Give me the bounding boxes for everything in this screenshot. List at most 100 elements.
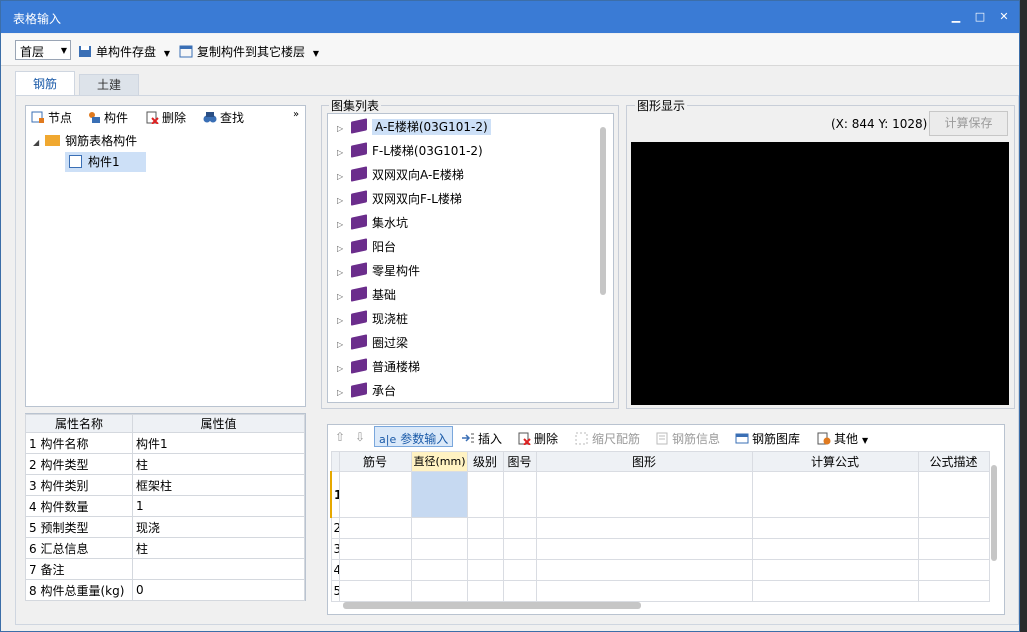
rebar-info-button[interactable]: 钢筋信息: [655, 430, 720, 447]
cell[interactable]: [535, 471, 753, 518]
cell[interactable]: [338, 580, 412, 602]
more-button[interactable]: »: [293, 109, 299, 120]
tab-civil[interactable]: 土建: [79, 74, 139, 95]
cell[interactable]: [502, 559, 537, 581]
col-header-formula-desc: 公式描述: [917, 451, 990, 472]
cell[interactable]: [917, 471, 990, 518]
cell[interactable]: [751, 517, 919, 539]
add-component-button[interactable]: 构件: [87, 109, 128, 126]
cell[interactable]: [410, 517, 468, 539]
cell[interactable]: [535, 538, 753, 560]
tree-root[interactable]: ◢ 钢筋表格构件: [33, 131, 137, 151]
cell-selected[interactable]: [410, 471, 468, 518]
cell[interactable]: [410, 580, 468, 602]
prop-value[interactable]: 构件1: [131, 432, 306, 454]
param-input-button[interactable]: a|e 参数输入: [374, 426, 454, 447]
col-header-grade: 级别: [466, 451, 504, 472]
table-row[interactable]: 3 构件类别 框架柱: [25, 474, 306, 496]
cell[interactable]: [751, 538, 919, 560]
move-down-icon[interactable]: ⇩: [355, 430, 365, 444]
table-row[interactable]: 4: [330, 559, 990, 581]
cell[interactable]: [466, 580, 504, 602]
table-row[interactable]: 1 构件名称 构件1: [25, 432, 306, 454]
cell[interactable]: [466, 471, 504, 518]
atlas-item-2[interactable]: ▷ 双网双向A-E楼梯: [337, 164, 464, 186]
other-button[interactable]: 其他 ▼: [817, 430, 868, 447]
table-row[interactable]: 5: [330, 580, 990, 602]
grid-vertical-scrollbar[interactable]: [991, 465, 997, 561]
cell[interactable]: [751, 580, 919, 602]
prop-value[interactable]: 0: [131, 579, 306, 601]
prop-value[interactable]: 现浇: [131, 516, 306, 538]
cell[interactable]: [338, 538, 412, 560]
atlas-item-9[interactable]: ▷ 圈过梁: [337, 332, 408, 354]
cell[interactable]: [535, 559, 753, 581]
table-row[interactable]: 7 备注: [25, 558, 306, 580]
atlas-item-11[interactable]: ▷ 承台: [337, 380, 396, 402]
cell[interactable]: [466, 538, 504, 560]
calc-save-button[interactable]: 计算保存: [929, 111, 1008, 136]
atlas-item-7[interactable]: ▷ 基础: [337, 284, 396, 306]
copy-to-floors-button[interactable]: 复制构件到其它楼层 ▼: [179, 43, 319, 60]
close-button[interactable]: ✕: [993, 7, 1015, 27]
cell[interactable]: [502, 538, 537, 560]
floor-select[interactable]: 首层 ▼: [15, 40, 71, 60]
insert-button[interactable]: 插入: [461, 430, 502, 447]
table-row[interactable]: 5 预制类型 现浇: [25, 516, 306, 538]
atlas-item-1[interactable]: ▷ F-L楼梯(03G101-2): [337, 140, 483, 162]
find-button[interactable]: 查找: [203, 109, 244, 126]
prop-value[interactable]: 1: [131, 495, 306, 517]
add-node-button[interactable]: 节点: [31, 109, 72, 126]
tree-item-component-1[interactable]: 构件1: [65, 152, 146, 172]
cell[interactable]: [535, 580, 753, 602]
table-row[interactable]: 8 构件总重量(kg) 0: [25, 579, 306, 601]
table-row[interactable]: 4 构件数量 1: [25, 495, 306, 517]
prop-value[interactable]: 柱: [131, 537, 306, 559]
restore-button[interactable]: □: [969, 7, 991, 27]
cell[interactable]: [751, 559, 919, 581]
cell[interactable]: [338, 471, 412, 518]
delete-button[interactable]: 删除: [145, 109, 186, 126]
prop-value[interactable]: 柱: [131, 453, 306, 475]
tree-child-label: 构件1: [88, 155, 120, 169]
scale-rebar-button[interactable]: 缩尺配筋: [575, 430, 640, 447]
cell[interactable]: [410, 538, 468, 560]
save-single-component-button[interactable]: 单构件存盘 ▼: [78, 43, 170, 60]
cell[interactable]: [410, 559, 468, 581]
atlas-item-10[interactable]: ▷ 普通楼梯: [337, 356, 420, 378]
atlas-scrollbar[interactable]: [600, 127, 606, 295]
prop-value[interactable]: 框架柱: [131, 474, 306, 496]
atlas-item-5[interactable]: ▷ 阳台: [337, 236, 396, 258]
cell[interactable]: [502, 471, 537, 518]
cell[interactable]: [917, 517, 990, 539]
atlas-item-4[interactable]: ▷ 集水坑: [337, 212, 408, 234]
table-row[interactable]: 6 汇总信息 柱: [25, 537, 306, 559]
cell[interactable]: [466, 559, 504, 581]
cell[interactable]: [338, 517, 412, 539]
cell[interactable]: [535, 517, 753, 539]
atlas-item-3[interactable]: ▷ 双网双向F-L楼梯: [337, 188, 462, 210]
table-row[interactable]: 2: [330, 517, 990, 539]
cell[interactable]: [917, 538, 990, 560]
cell[interactable]: [466, 517, 504, 539]
table-row[interactable]: 3: [330, 538, 990, 560]
rebar-library-button[interactable]: 钢筋图库: [735, 430, 800, 447]
graphic-canvas[interactable]: [631, 142, 1009, 405]
prop-value[interactable]: [131, 558, 306, 580]
table-row[interactable]: 2 构件类型 柱: [25, 453, 306, 475]
atlas-item-8[interactable]: ▷ 现浇桩: [337, 308, 408, 330]
atlas-item-6[interactable]: ▷ 零星构件: [337, 260, 420, 282]
grid-horizontal-scrollbar[interactable]: [343, 602, 641, 609]
tab-rebar[interactable]: 钢筋: [15, 71, 75, 95]
cell[interactable]: [751, 471, 919, 518]
cell[interactable]: [917, 580, 990, 602]
minimize-button[interactable]: ▁: [945, 7, 967, 27]
cell[interactable]: [917, 559, 990, 581]
move-up-icon[interactable]: ⇧: [335, 430, 345, 444]
cell[interactable]: [502, 517, 537, 539]
grid-delete-button[interactable]: 删除: [517, 430, 558, 447]
table-row[interactable]: 1: [330, 471, 990, 518]
cell[interactable]: [338, 559, 412, 581]
cell[interactable]: [502, 580, 537, 602]
atlas-item-0[interactable]: ▷ A-E楼梯(03G101-2): [337, 116, 491, 138]
